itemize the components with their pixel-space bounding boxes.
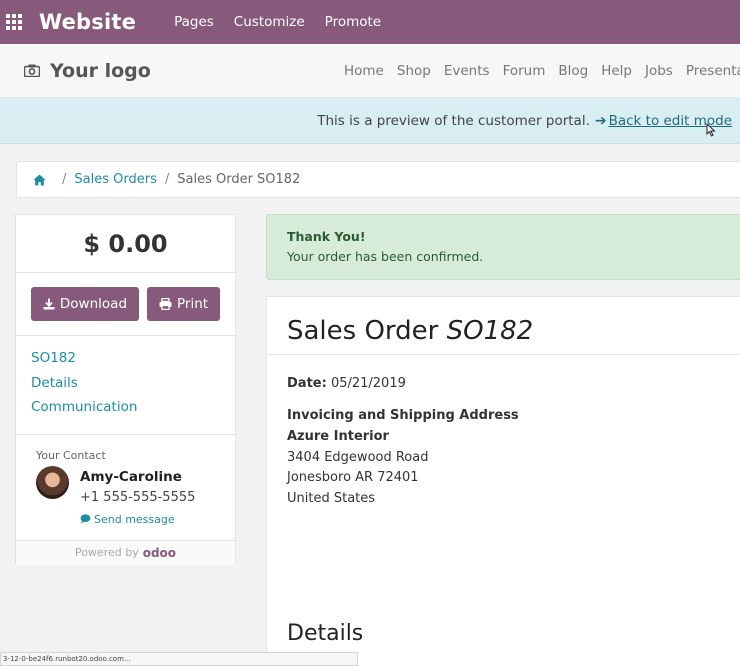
powered-by-label: Powered by [74, 546, 139, 559]
admin-topbar: Website Pages Customize Promote [0, 0, 740, 44]
breadcrumb-separator: / [62, 172, 67, 187]
nav-home[interactable]: Home [344, 63, 384, 79]
logo-text: Your logo [50, 59, 151, 82]
download-button[interactable]: Download [30, 287, 140, 321]
breadcrumb-current: Sales Order SO182 [177, 172, 301, 187]
comment-icon [80, 514, 91, 524]
contact-label: Your Contact [36, 448, 106, 462]
address-company: Azure Interior [287, 429, 389, 444]
contact-name: Amy-Caroline [80, 468, 182, 485]
details-heading: Details [287, 621, 364, 646]
menu-promote[interactable]: Promote [325, 14, 381, 30]
address-line: United States [287, 490, 376, 506]
send-message-link[interactable]: Send message [80, 513, 175, 526]
nav-jobs[interactable]: Jobs [645, 63, 673, 79]
camera-icon [24, 64, 40, 77]
status-url: 3-12-0-be24f6.runbot20.odoo.com... [0, 652, 358, 666]
address-line: 3404 Edgewood Road [287, 449, 429, 465]
breadcrumb-sales-orders[interactable]: Sales Orders [74, 172, 156, 187]
alert-message: Your order has been confirmed. [287, 249, 484, 264]
nav-events[interactable]: Events [444, 63, 490, 79]
nav-blog[interactable]: Blog [558, 63, 588, 79]
home-icon[interactable] [33, 174, 46, 186]
contact-phone: +1 555-555-5555 [80, 489, 196, 505]
nav-presentations[interactable]: Presenta [686, 63, 740, 79]
alert-title: Thank You! [287, 229, 366, 244]
toc-item-communication[interactable]: Communication [31, 399, 235, 424]
order-date: Date: 05/21/2019 [287, 376, 740, 391]
order-number: SO182 [446, 316, 534, 346]
contact-section: Your Contact Amy-Caroline +1 555-555-555… [16, 435, 235, 541]
site-nav: Home Shop Events Forum Blog Help Jobs Pr… [344, 44, 740, 98]
date-value: 05/21/2019 [330, 376, 406, 391]
address-title: Invoicing and Shipping Address [287, 408, 519, 423]
powered-by: Powered by odoo [16, 540, 235, 565]
order-sidebar: $ 0.00 Download Print SO182 Details Comm… [15, 214, 236, 565]
app-title[interactable]: Website [39, 10, 136, 34]
site-logo[interactable]: Your logo [24, 60, 151, 82]
sidebar-toc: SO182 Details Communication [16, 336, 235, 435]
breadcrumb-separator: / [164, 172, 170, 187]
date-label: Date: [287, 376, 327, 391]
order-title-prefix: Sales Order [287, 316, 439, 346]
preview-banner: This is a preview of the customer portal… [0, 98, 740, 144]
send-message-label: Send message [94, 512, 175, 526]
sidebar-actions: Download Print [16, 273, 235, 336]
print-icon [159, 298, 172, 310]
order-title: Sales Order SO182 [267, 297, 740, 355]
menu-customize[interactable]: Customize [234, 14, 305, 30]
toc-item-so182[interactable]: SO182 [31, 350, 235, 375]
preview-text: This is a preview of the customer portal… [317, 112, 590, 129]
success-alert: Thank You! Your order has been confirmed… [266, 214, 740, 280]
print-button[interactable]: Print [147, 287, 221, 321]
avatar [36, 465, 69, 499]
arrow-right-icon[interactable]: ➔ [595, 113, 607, 129]
nav-forum[interactable]: Forum [503, 63, 546, 79]
mouse-cursor-icon [706, 123, 716, 137]
site-header: Your logo Home Shop Events Forum Blog He… [0, 44, 740, 98]
apps-grid-icon[interactable] [6, 14, 24, 30]
toc-item-details[interactable]: Details [31, 375, 235, 400]
menu-pages[interactable]: Pages [174, 14, 214, 30]
download-icon [43, 298, 55, 310]
download-label: Download [59, 296, 128, 312]
breadcrumb: / Sales Orders / Sales Order SO182 [16, 161, 740, 198]
order-card: Sales Order SO182 Date: 05/21/2019 Invoi… [266, 296, 740, 666]
order-amount: $ 0.00 [16, 215, 235, 273]
order-body: Date: 05/21/2019 Invoicing and Shipping … [267, 355, 740, 511]
print-label: Print [177, 296, 209, 312]
nav-shop[interactable]: Shop [397, 63, 431, 79]
address-block: Azure Interior 3404 Edgewood Road Jonesb… [287, 429, 740, 511]
nav-help[interactable]: Help [601, 63, 632, 79]
address-line: Jonesboro AR 72401 [287, 470, 419, 485]
odoo-logo[interactable]: odoo [143, 546, 176, 560]
admin-menu: Pages Customize Promote [174, 14, 401, 30]
